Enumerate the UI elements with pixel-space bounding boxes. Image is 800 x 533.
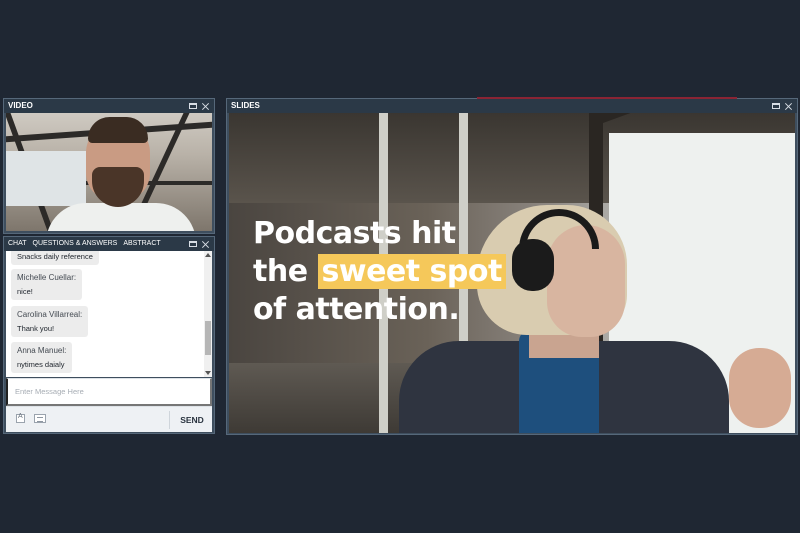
send-button[interactable]: SEND xyxy=(172,407,212,433)
chat-message-sender: Carolina Villarreal: xyxy=(17,310,83,319)
tab-chat[interactable]: CHAT xyxy=(8,237,27,251)
chat-message-text: Thank you! xyxy=(17,324,55,333)
slide-image: Podcasts hit the sweet spot of attention… xyxy=(229,113,795,433)
video-panel: VIDEO xyxy=(3,98,215,234)
background-window xyxy=(6,151,86,206)
passenger-hand xyxy=(729,348,791,428)
send-divider xyxy=(169,411,170,429)
slide-headline-line3: of attention. xyxy=(253,292,460,327)
slides-panel-title: SLIDES xyxy=(231,101,260,110)
chat-message: Snacks daily reference xyxy=(11,251,99,265)
presenter-beard xyxy=(92,167,144,207)
chat-message-text: Snacks daily reference xyxy=(17,252,93,261)
chat-message: Carolina Villarreal: Thank you! xyxy=(11,306,89,337)
close-icon[interactable] xyxy=(784,102,793,111)
tab-abstract[interactable]: ABSTRACT xyxy=(123,237,160,251)
scroll-up-icon[interactable] xyxy=(205,253,211,257)
maximize-icon[interactable] xyxy=(189,103,197,109)
presenter-hair xyxy=(88,117,148,143)
chat-footer: SEND xyxy=(6,406,212,432)
slides-panel-controls xyxy=(772,99,793,113)
slides-panel: SLIDES Podcasts hit the sweet spot of at… xyxy=(226,97,798,435)
video-panel-title: VIDEO xyxy=(8,101,33,110)
chat-message-list[interactable]: Snacks daily reference Michelle Cuellar:… xyxy=(6,251,212,377)
chat-scrollbar[interactable] xyxy=(204,251,212,377)
text-format-icon[interactable] xyxy=(16,413,25,423)
chat-message: Anna Manuel: nytimes daialy xyxy=(11,342,73,373)
slide-headline-line2: the sweet spot xyxy=(253,253,553,291)
chat-message-text: nytimes daialy xyxy=(17,360,65,369)
slide-headline-highlight: sweet spot xyxy=(317,254,506,289)
presenter-shirt xyxy=(46,203,196,231)
slide-headline: Podcasts hit the sweet spot of attention… xyxy=(253,215,553,329)
video-panel-controls xyxy=(189,99,210,113)
slide-headline-line1: Podcasts hit xyxy=(253,216,456,251)
scroll-thumb[interactable] xyxy=(205,321,211,355)
maximize-icon[interactable] xyxy=(189,241,197,247)
scroll-down-icon[interactable] xyxy=(205,371,211,375)
chat-panel: CHAT QUESTIONS & ANSWERS ABSTRACT Snacks… xyxy=(3,236,215,434)
tab-questions-answers[interactable]: QUESTIONS & ANSWERS xyxy=(33,237,118,251)
video-panel-header: VIDEO xyxy=(4,99,214,113)
close-icon[interactable] xyxy=(201,102,210,111)
slide-headline-prefix: the xyxy=(253,254,308,289)
slides-panel-header: SLIDES xyxy=(227,99,797,113)
close-icon[interactable] xyxy=(201,240,210,249)
chat-message-sender: Michelle Cuellar: xyxy=(17,273,77,282)
video-feed xyxy=(6,113,212,231)
maximize-icon[interactable] xyxy=(772,103,780,109)
chat-message-input[interactable] xyxy=(6,378,212,406)
chat-tabs: CHAT QUESTIONS & ANSWERS ABSTRACT xyxy=(4,237,214,251)
chat-panel-controls xyxy=(189,237,210,251)
chat-message-sender: Anna Manuel: xyxy=(17,346,67,355)
chat-message-text: nice! xyxy=(17,287,33,296)
chat-message: Michelle Cuellar: nice! xyxy=(11,269,83,300)
attach-image-icon[interactable] xyxy=(34,414,46,423)
